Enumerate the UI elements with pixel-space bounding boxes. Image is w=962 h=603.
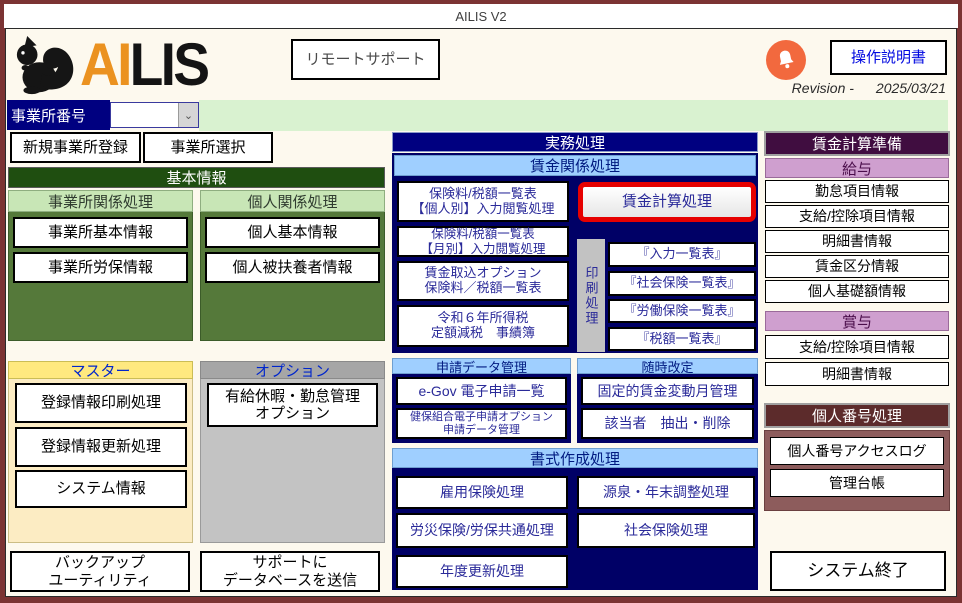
personal-basic-info-button[interactable]: 個人基本情報 — [205, 217, 380, 248]
target-extract-delete-button[interactable]: 該当者 抽出・削除 — [581, 408, 754, 439]
revision-date: 2025/03/21 — [876, 80, 946, 96]
tax-list-print-button[interactable]: 『税額一覧表』 — [608, 327, 756, 351]
squirrel-logo-icon — [10, 35, 80, 95]
personal-group-header: 個人関係処理 — [200, 190, 385, 212]
print-process-label: 印刷処理 — [577, 239, 605, 352]
option-header: オプション — [200, 361, 385, 379]
office-basic-info-button[interactable]: 事業所基本情報 — [13, 217, 188, 248]
office-number-combobox[interactable]: ⌄ — [110, 102, 199, 128]
labor-insurance-list-print-button[interactable]: 『労働保険一覧表』 — [608, 299, 756, 323]
form-creation-header: 書式作成処理 — [392, 448, 758, 468]
system-exit-button[interactable]: システム終了 — [770, 551, 946, 591]
registration-update-button[interactable]: 登録情報更新処理 — [15, 427, 187, 467]
insurance-tax-list-personal-button[interactable]: 保険料/税額一覧表 【個人別】入力閲覧処理 — [397, 181, 569, 222]
employment-insurance-button[interactable]: 雇用保険処理 — [396, 476, 568, 509]
revision-info: Revision - 2025/03/21 — [792, 80, 946, 96]
practical-work-header: 実務処理 — [392, 132, 758, 152]
remote-support-button[interactable]: リモートサポート — [291, 39, 440, 80]
chevron-down-icon[interactable]: ⌄ — [178, 103, 198, 127]
office-info-bar — [199, 100, 948, 131]
withholding-yearend-button[interactable]: 源泉・年末調整処理 — [577, 476, 755, 509]
salary-header: 給与 — [765, 158, 949, 178]
workers-comp-common-button[interactable]: 労災保険/労保共通処理 — [396, 513, 568, 548]
ailis-main-window: AILIS V2 AILIS リモートサポート 操作説明書 Revision -… — [0, 0, 962, 603]
notification-bell-icon[interactable] — [766, 40, 806, 80]
my-number-header: 個人番号処理 — [764, 403, 950, 428]
bonus-slip-info-button[interactable]: 明細書情報 — [765, 362, 949, 386]
kenpo-application-option-button[interactable]: 健保組合電子申請オプション 申請データ管理 — [396, 408, 567, 439]
office-number-value[interactable] — [111, 103, 178, 127]
wage-calculation-button[interactable]: 賃金計算処理 — [578, 182, 756, 222]
salary-payment-deduction-button[interactable]: 支給/控除項目情報 — [765, 205, 949, 228]
occasional-revision-header: 随時改定 — [577, 358, 758, 374]
bonus-payment-deduction-button[interactable]: 支給/控除項目情報 — [765, 335, 949, 359]
my-number-access-log-button[interactable]: 個人番号アクセスログ — [770, 437, 944, 465]
revision-label: Revision - — [792, 80, 854, 96]
basic-info-header: 基本情報 — [8, 167, 385, 188]
social-insurance-list-print-button[interactable]: 『社会保険一覧表』 — [608, 271, 756, 296]
send-database-button[interactable]: サポートに データベースを送信 — [200, 551, 380, 592]
personal-base-amount-button[interactable]: 個人基礎額情報 — [765, 280, 949, 303]
wage-category-info-button[interactable]: 賃金区分情報 — [765, 255, 949, 278]
logo-text: AILIS — [80, 35, 207, 95]
window-title: AILIS V2 — [4, 4, 958, 28]
office-labor-info-button[interactable]: 事業所労保情報 — [13, 252, 188, 283]
annual-update-button[interactable]: 年度更新処理 — [396, 555, 568, 588]
personal-dependent-info-button[interactable]: 個人被扶養者情報 — [205, 252, 380, 283]
fixed-wage-change-month-button[interactable]: 固定的賃金変動月管理 — [581, 377, 754, 405]
insurance-tax-list-monthly-button[interactable]: 保険料/税額一覧表 【月別】入力閲覧処理 — [397, 226, 569, 257]
wage-import-option-button[interactable]: 賃金取込オプション 保険料／税額一覧表 — [397, 261, 569, 301]
master-header: マスター — [8, 361, 193, 379]
input-list-print-button[interactable]: 『入力一覧表』 — [608, 242, 756, 267]
bonus-header: 賞与 — [765, 311, 949, 331]
select-office-button[interactable]: 事業所選択 — [143, 132, 273, 163]
backup-utility-button[interactable]: バックアップ ユーティリティ — [10, 551, 190, 592]
attendance-item-info-button[interactable]: 勤怠項目情報 — [765, 180, 949, 203]
reiwa6-tax-reduction-button[interactable]: 令和６年所得税 定額減税 事績簿 — [397, 305, 569, 347]
paid-leave-option-button[interactable]: 有給休暇・勤怠管理 オプション — [207, 383, 378, 427]
salary-slip-info-button[interactable]: 明細書情報 — [765, 230, 949, 253]
management-ledger-button[interactable]: 管理台帳 — [770, 469, 944, 497]
new-office-button[interactable]: 新規事業所登録 — [10, 132, 141, 163]
operation-manual-button[interactable]: 操作説明書 — [830, 40, 947, 75]
wage-calc-prep-header: 賃金計算準備 — [764, 131, 950, 156]
social-insurance-process-button[interactable]: 社会保険処理 — [577, 513, 755, 548]
office-number-label: 事業所番号 — [7, 100, 110, 130]
application-data-header: 申請データ管理 — [392, 358, 571, 374]
egov-application-list-button[interactable]: e-Gov 電子申請一覧 — [396, 377, 567, 405]
system-info-button[interactable]: システム情報 — [15, 470, 187, 508]
app-logo: AILIS — [10, 33, 300, 97]
office-group-header: 事業所関係処理 — [8, 190, 193, 212]
registration-print-button[interactable]: 登録情報印刷処理 — [15, 383, 187, 423]
wage-related-header: 賃金関係処理 — [394, 155, 756, 176]
